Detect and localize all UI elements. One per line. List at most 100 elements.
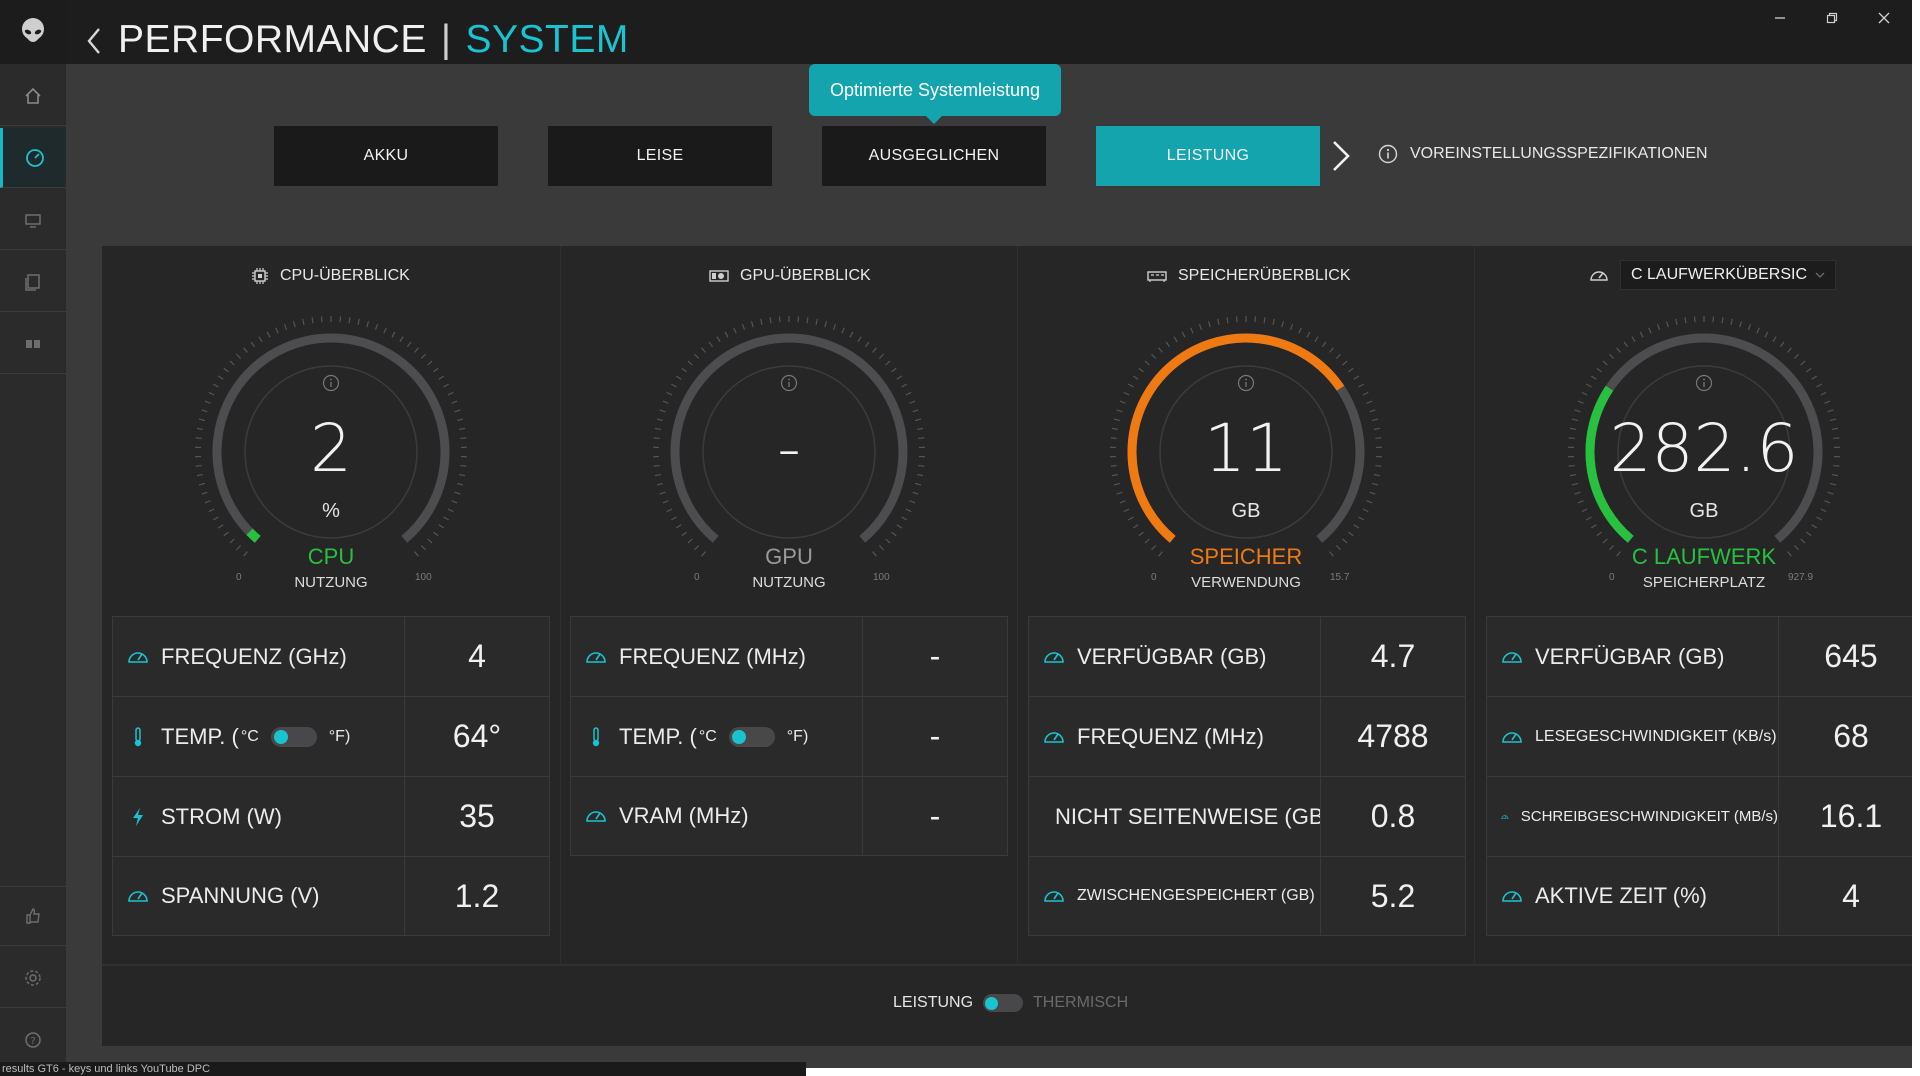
gauge-tick bbox=[1116, 491, 1123, 495]
stat-value: 4788 bbox=[1357, 718, 1429, 754]
info-icon bbox=[1378, 144, 1398, 164]
preset-ausgeglichen-button[interactable]: AUSGEGLICHEN bbox=[822, 126, 1046, 186]
mode-toggle[interactable] bbox=[983, 994, 1024, 1012]
temp-unit-toggle[interactable] bbox=[728, 726, 775, 747]
back-chevron-icon[interactable] bbox=[86, 26, 102, 61]
gauge-tick bbox=[1596, 531, 1602, 537]
gauge-icon bbox=[1502, 891, 1522, 902]
stat-label: SPANNUNG (V) bbox=[161, 883, 320, 908]
cpu-info-icon[interactable] bbox=[322, 374, 340, 397]
memory-gauge-value: 11 bbox=[1204, 410, 1288, 487]
stat-label-cell: ZWISCHENGESPEICHERT (GB) bbox=[1029, 857, 1321, 935]
preset-akku-button[interactable]: AKKU bbox=[274, 126, 498, 186]
library-icon[interactable] bbox=[0, 252, 66, 312]
gauge-tick bbox=[438, 524, 445, 529]
table-row: VERFÜGBAR (GB) 645 bbox=[1486, 616, 1920, 696]
cpu-chip-icon bbox=[252, 268, 268, 284]
gauge-tick bbox=[724, 331, 729, 338]
performance-gauge-icon[interactable] bbox=[0, 128, 66, 188]
gauge-tick bbox=[357, 318, 360, 325]
table-row: FREQUENZ (GHz) 4 bbox=[112, 616, 550, 696]
gpu-section-header: GPU-ÜBERBLICK bbox=[708, 266, 871, 286]
temp-unit-toggle[interactable] bbox=[270, 726, 317, 747]
gauge-icon bbox=[586, 811, 606, 822]
cpu-stats-table: FREQUENZ (GHz) 4 TEMP. ( °C °F) 64° STRO… bbox=[112, 616, 550, 936]
stat-label: ZWISCHENGESPEICHERT (GB) bbox=[1077, 887, 1315, 904]
background-strip bbox=[1912, 0, 1920, 1076]
table-row: FREQUENZ (MHz) - bbox=[570, 616, 1008, 696]
table-row: NICHT SEITENWEISE (GB) 0.8 bbox=[1028, 776, 1466, 856]
gauge-tick bbox=[659, 491, 666, 495]
gauge-tick bbox=[1793, 353, 1799, 359]
gauge-icon bbox=[1044, 651, 1064, 663]
memory-gauge-name: SPEICHER bbox=[1189, 544, 1303, 569]
gauge-tick bbox=[1181, 331, 1186, 338]
table-row: TEMP. ( °C °F) - bbox=[570, 696, 1008, 776]
thermometer-icon bbox=[592, 726, 600, 746]
stat-label-cell: FREQUENZ (MHz) bbox=[1029, 697, 1321, 776]
stat-label: VERFÜGBAR (GB) bbox=[1535, 643, 1725, 669]
gauge-tick bbox=[208, 391, 215, 396]
drive-gauge-name: C LAUFWERK bbox=[1631, 544, 1777, 569]
mode-toggle-group: LEISTUNG THERMISCH bbox=[893, 994, 1128, 1012]
gauge-value-arc bbox=[246, 528, 261, 543]
stat-label: NICHT SEITENWEISE (GB) bbox=[1055, 803, 1321, 829]
drive-select-dropdown[interactable]: C LAUFWERKÜBERSIC bbox=[1620, 260, 1837, 290]
thumbs-up-icon[interactable] bbox=[0, 886, 66, 946]
gauge-tick bbox=[733, 327, 737, 334]
minimize-icon[interactable] bbox=[1768, 8, 1792, 28]
close-icon[interactable] bbox=[1872, 8, 1896, 28]
toggle-knob bbox=[273, 729, 288, 744]
cpu-gauge-unit: % bbox=[322, 500, 340, 522]
stat-value: 645 bbox=[1824, 638, 1878, 674]
home-icon[interactable] bbox=[0, 66, 66, 126]
gauge-tick bbox=[1306, 331, 1311, 338]
stat-value: 16.1 bbox=[1819, 798, 1883, 834]
gpu-gauge-min: 0 bbox=[694, 572, 700, 583]
gauge-tick bbox=[662, 400, 669, 404]
drive-info-icon[interactable] bbox=[1695, 374, 1713, 397]
stat-label-cell: VRAM (MHz) bbox=[571, 777, 863, 855]
stat-label-cell: SCHREIBGESCHWINDIGKEIT (MB/s) bbox=[1487, 777, 1779, 856]
preset-leise-button[interactable]: LEISE bbox=[548, 126, 772, 186]
memory-info-icon[interactable] bbox=[1237, 374, 1255, 397]
gpu-info-icon[interactable] bbox=[780, 374, 798, 397]
stat-label-cell: AKTIVE ZEIT (%) bbox=[1487, 857, 1779, 935]
stat-label: AKTIVE ZEIT (%) bbox=[1535, 883, 1707, 908]
celsius-label: °C bbox=[240, 727, 259, 745]
gauge-tick bbox=[681, 531, 687, 537]
gauge-tick bbox=[1623, 341, 1629, 348]
preset-leistung-button[interactable]: LEISTUNG bbox=[1096, 126, 1320, 186]
gauge-tick bbox=[670, 383, 677, 388]
gauge-tick bbox=[438, 375, 445, 380]
gauge-icon bbox=[128, 651, 148, 663]
column-divider bbox=[1017, 246, 1018, 966]
preset-specs-link[interactable]: VOREINSTELLUNGSSPEZIFIKATIONEN bbox=[1378, 144, 1708, 164]
stat-label-cell: NICHT SEITENWEISE (GB) bbox=[1029, 777, 1321, 856]
gauge-tick bbox=[1190, 327, 1194, 334]
monitor-icon[interactable] bbox=[0, 190, 66, 250]
stat-value: 68 bbox=[1833, 718, 1869, 754]
help-icon[interactable]: ? bbox=[0, 1010, 66, 1070]
gauge-tick bbox=[427, 538, 433, 544]
gauge-tick bbox=[750, 321, 754, 328]
gauge-tick bbox=[1144, 360, 1150, 366]
gauge-tick bbox=[1144, 538, 1150, 544]
stat-value: 64° bbox=[452, 718, 502, 754]
gauge-tick bbox=[1756, 327, 1760, 334]
stat-value: 0.8 bbox=[1370, 798, 1416, 834]
alien-logo-icon[interactable] bbox=[0, 0, 66, 64]
gauge-tick bbox=[1800, 360, 1806, 366]
chevron-right-icon[interactable] bbox=[1330, 138, 1352, 179]
drive-gauge-icon bbox=[1590, 271, 1608, 281]
drive-gauge-max: 927.9 bbox=[1788, 572, 1814, 583]
gauge-tick bbox=[1165, 341, 1171, 348]
restore-icon[interactable] bbox=[1820, 8, 1844, 28]
gauge-tick bbox=[1739, 321, 1743, 328]
gauge-tick bbox=[201, 491, 208, 495]
gauge-tick bbox=[905, 508, 912, 513]
gauge-tick bbox=[1158, 347, 1163, 353]
stat-label: TEMP. ( bbox=[619, 723, 697, 749]
settings-icon[interactable] bbox=[0, 948, 66, 1008]
gamepad-icon[interactable] bbox=[0, 314, 66, 374]
